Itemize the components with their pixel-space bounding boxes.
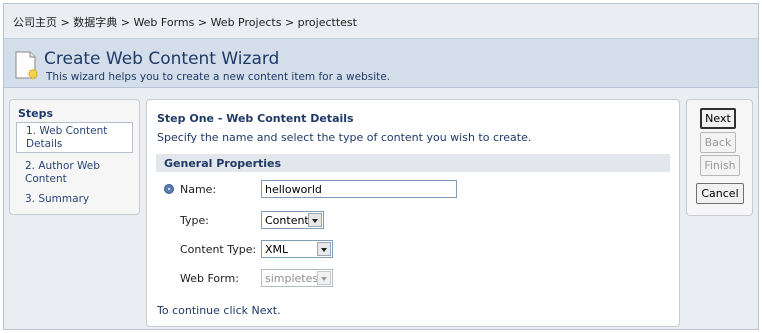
cancel-button[interactable]: Cancel — [696, 183, 744, 204]
breadcrumb-item-web-forms[interactable]: Web Forms — [133, 16, 194, 29]
name-label: Name: — [180, 183, 217, 196]
next-button[interactable]: Next — [700, 108, 736, 129]
steps-panel: Steps 1. Web Content Details 2. Author W… — [9, 99, 140, 215]
chevron-down-icon — [317, 271, 331, 285]
chevron-down-icon[interactable] — [308, 213, 322, 227]
breadcrumb-item-web-projects[interactable]: Web Projects — [211, 16, 282, 29]
name-input[interactable] — [261, 180, 457, 198]
breadcrumb-item-data-dictionary[interactable]: 数据字典 — [73, 16, 117, 29]
content-type-label: Content Type: — [180, 243, 257, 256]
type-select[interactable]: Content — [261, 211, 324, 229]
continue-hint: To continue click Next. — [157, 304, 281, 317]
content-type-select-value: XML — [265, 243, 289, 256]
finish-button: Finish — [700, 155, 740, 176]
chevron-down-icon[interactable] — [317, 242, 331, 256]
new-document-icon — [15, 51, 38, 80]
page-title: Create Web Content Wizard — [44, 49, 280, 69]
type-select-value: Content — [265, 214, 309, 227]
steps-heading: Steps — [18, 107, 54, 120]
breadcrumb-item-projecttest[interactable]: projecttest — [298, 16, 357, 29]
web-form-select: simpletest — [261, 269, 333, 287]
content-type-select[interactable]: XML — [261, 240, 333, 258]
type-label: Type: — [180, 214, 209, 227]
step-item-web-content-details: 1. Web Content Details — [16, 122, 133, 153]
wizard-header: Create Web Content Wizard This wizard he… — [4, 38, 758, 88]
web-form-label: Web Form: — [180, 272, 239, 285]
page-subtitle: This wizard helps you to create a new co… — [46, 71, 391, 83]
breadcrumb-separator: > — [60, 16, 70, 29]
wizard-buttons-panel: Next Back Finish Cancel — [686, 99, 753, 216]
required-field-icon — [164, 184, 174, 194]
breadcrumb-separator: > — [120, 16, 130, 29]
web-form-select-value: simpletest — [265, 272, 323, 285]
back-button: Back — [700, 132, 736, 153]
step-description: Specify the name and select the type of … — [157, 131, 532, 144]
step-item-summary: 3. Summary — [25, 193, 90, 205]
breadcrumb-item-home[interactable]: 公司主页 — [13, 16, 57, 29]
wizard-window: 公司主页 > 数据字典 > Web Forms > Web Projects >… — [3, 3, 759, 330]
step-title: Step One - Web Content Details — [157, 112, 354, 125]
breadcrumb-separator: > — [197, 16, 208, 29]
breadcrumb-separator: > — [284, 16, 295, 29]
breadcrumb: 公司主页 > 数据字典 > Web Forms > Web Projects >… — [4, 4, 758, 38]
step-item-author-web-content: 2. Author Web Content — [25, 160, 100, 185]
general-properties-heading: General Properties — [156, 154, 670, 172]
step-content-panel: Step One - Web Content Details Specify t… — [146, 99, 680, 327]
